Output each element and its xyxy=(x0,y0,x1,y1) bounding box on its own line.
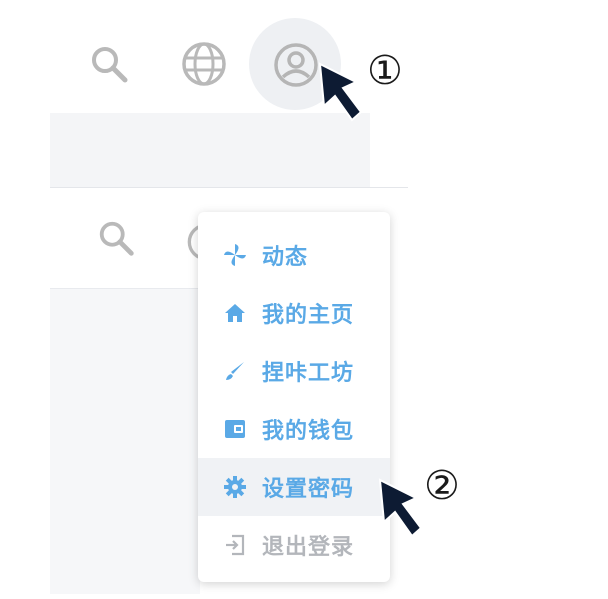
menu-item-set-password[interactable]: 设置密码 xyxy=(198,458,390,516)
wallet-icon xyxy=(222,416,248,442)
menu-item-my-wallet[interactable]: 我的钱包 xyxy=(198,400,390,458)
menu-item-workshop[interactable]: 捏咔工坊 xyxy=(198,342,390,400)
cursor-pointer-icon xyxy=(316,60,374,132)
menu-item-label: 设置密码 xyxy=(262,477,355,502)
logout-icon xyxy=(222,532,248,558)
menu-item-moments[interactable]: 动态 xyxy=(198,226,390,284)
globe-icon[interactable] xyxy=(180,40,228,88)
divider xyxy=(50,187,408,188)
brush-icon xyxy=(222,358,248,384)
menu-item-label: 动态 xyxy=(262,245,309,270)
content-area xyxy=(50,289,200,594)
menu-item-logout[interactable]: 退出登录 xyxy=(198,516,390,574)
step-2-marker: ② xyxy=(424,463,460,509)
home-icon xyxy=(222,300,248,326)
menu-item-label: 我的主页 xyxy=(262,303,355,328)
user-avatar-icon[interactable] xyxy=(272,41,320,89)
user-dropdown-menu: 动态 我的主页 捏咔工坊 我的钱包 设置密码 退出登录 xyxy=(198,212,390,582)
search-icon[interactable] xyxy=(88,43,132,87)
pinwheel-icon xyxy=(222,242,248,268)
step-1-marker: ① xyxy=(367,48,403,94)
menu-item-label: 退出登录 xyxy=(262,535,355,560)
menu-item-my-homepage[interactable]: 我的主页 xyxy=(198,284,390,342)
menu-item-label: 捏咔工坊 xyxy=(262,361,355,386)
gear-icon xyxy=(222,474,248,500)
search-icon[interactable] xyxy=(96,218,138,260)
menu-item-label: 我的钱包 xyxy=(262,419,355,444)
